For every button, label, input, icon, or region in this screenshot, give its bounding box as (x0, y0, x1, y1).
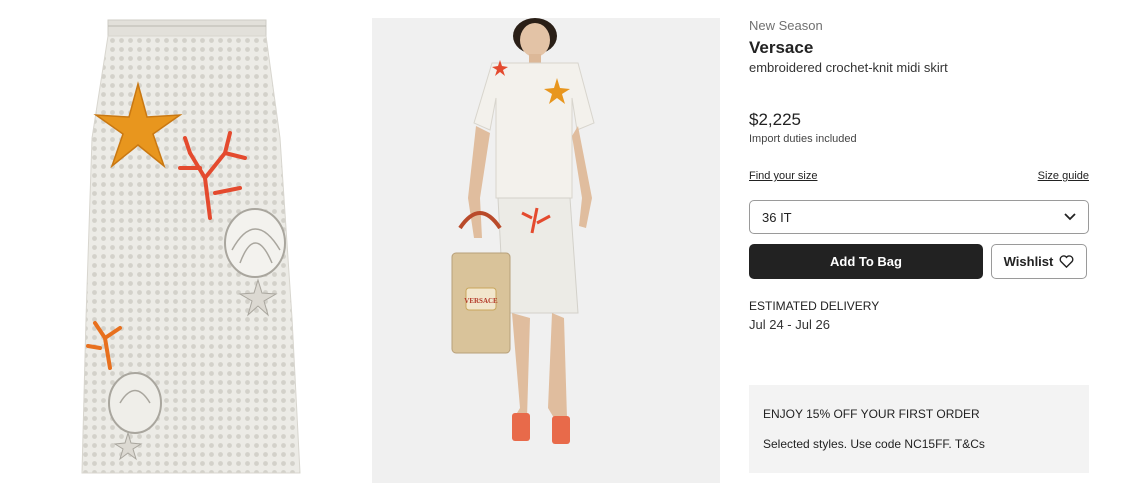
promo-title: ENJOY 15% OFF YOUR FIRST ORDER (763, 407, 980, 421)
import-duties-note: Import duties included (749, 133, 857, 145)
brand-name[interactable]: Versace (749, 38, 1089, 58)
product-info-panel: New Season Versace embroidered crochet-k… (749, 18, 1089, 473)
chevron-down-icon (1064, 213, 1076, 221)
size-guide-link[interactable]: Size guide (1038, 170, 1089, 182)
wishlist-button[interactable]: Wishlist (991, 244, 1087, 279)
product-image-skirt[interactable] (0, 18, 340, 483)
estimated-delivery-dates: Jul 24 - Jul 26 (749, 317, 830, 332)
shell-embroidery (224, 208, 286, 278)
add-to-bag-button[interactable]: Add To Bag (749, 244, 983, 279)
heart-icon (1059, 255, 1074, 268)
season-label: New Season (749, 18, 823, 33)
selected-size-value: 36 IT (762, 209, 792, 225)
svg-text:VERSACE: VERSACE (464, 297, 498, 305)
size-select[interactable]: 36 IT (749, 200, 1089, 234)
find-your-size-link[interactable]: Find your size (749, 170, 817, 182)
size-links-row: Find your size Size guide (749, 170, 1089, 182)
promo-banner: ENJOY 15% OFF YOUR FIRST ORDER Selected … (749, 385, 1089, 473)
product-image-model[interactable]: VERSACE (372, 18, 720, 483)
product-price: $2,225 (749, 110, 801, 129)
wishlist-label: Wishlist (1003, 254, 1054, 269)
action-buttons: Add To Bag Wishlist (749, 244, 1089, 279)
promo-text[interactable]: Selected styles. Use code NC15FF. T&Cs (763, 437, 1075, 451)
estimated-delivery-title: ESTIMATED DELIVERY (749, 299, 880, 313)
product-name: embroidered crochet-knit midi skirt (749, 60, 948, 75)
